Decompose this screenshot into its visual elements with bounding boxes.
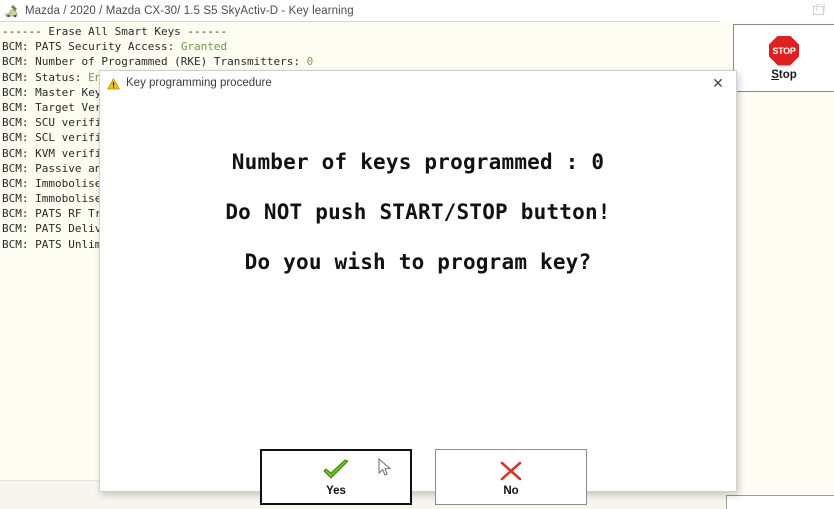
yes-button[interactable]: Yes bbox=[260, 449, 412, 505]
log-line-text: ------ Erase All Smart Keys ------ bbox=[2, 25, 228, 38]
close-icon[interactable]: ✕ bbox=[700, 71, 736, 95]
dialog-body: Number of keys programmed : 0 Do NOT pus… bbox=[100, 95, 736, 505]
stop-sign-icon: STOP bbox=[769, 35, 799, 66]
dialog-message-warning: Do NOT push START/STOP button! bbox=[225, 200, 611, 224]
key-programming-dialog: Key programming procedure ✕ Number of ke… bbox=[99, 70, 737, 505]
dialog-button-row: Yes No bbox=[100, 449, 736, 509]
log-line-value: Granted bbox=[180, 40, 228, 54]
window-titlebar: Mazda / 2020 / Mazda CX-30/ 1.5 S5 SkyAc… bbox=[0, 0, 834, 21]
log-line-text: BCM: Master Key bbox=[2, 85, 102, 99]
dialog-message-keys-programmed: Number of keys programmed : 0 bbox=[231, 150, 605, 174]
log-line-text: BCM: PATS Unlimi bbox=[2, 237, 108, 251]
log-line-text: BCM: Immobolise bbox=[2, 192, 102, 206]
log-line-text: BCM: Immobolise bbox=[2, 176, 102, 190]
yes-button-label: Yes bbox=[326, 484, 346, 497]
car-diagnostic-icon bbox=[4, 3, 20, 19]
log-line-text: BCM: PATS RF Tr bbox=[2, 207, 102, 221]
titlebar-divider bbox=[0, 21, 720, 22]
stop-button-label: Stop bbox=[771, 69, 797, 81]
log-line-text: BCM: SCU verifie bbox=[2, 116, 108, 130]
restore-window-icon[interactable] bbox=[802, 0, 834, 21]
log-line: BCM: PATS Security Access: Granted bbox=[2, 39, 726, 54]
log-line-text: BCM: Passive ant bbox=[2, 161, 108, 175]
log-line-text: BCM: PATS Delive bbox=[2, 222, 108, 236]
log-line-text: BCM: SCL verifie bbox=[2, 131, 108, 145]
window-controls bbox=[802, 0, 834, 21]
dialog-message-question: Do you wish to program key? bbox=[244, 250, 592, 274]
no-button-label: No bbox=[503, 484, 519, 497]
app-window: Mazda / 2020 / Mazda CX-30/ 1.5 S5 SkyAc… bbox=[0, 0, 834, 509]
log-line: BCM: Number of Programmed (RKE) Transmit… bbox=[2, 54, 726, 69]
red-cross-icon bbox=[498, 458, 524, 484]
log-line-text: BCM: KVM verifie bbox=[2, 146, 108, 160]
stop-label-accel: S bbox=[771, 68, 779, 81]
log-line-text: BCM: Number of Programmed (RKE) Transmit… bbox=[2, 55, 307, 69]
no-button[interactable]: No bbox=[435, 449, 587, 505]
stop-button[interactable]: STOP Stop bbox=[733, 24, 834, 92]
stop-label-rest: top bbox=[778, 68, 797, 81]
dialog-title: Key programming procedure bbox=[126, 77, 272, 89]
green-check-icon bbox=[321, 458, 351, 484]
stop-sign-text: STOP bbox=[772, 45, 796, 56]
log-line-value: 0 bbox=[306, 55, 314, 69]
log-line-text: BCM: PATS Security Access: bbox=[2, 40, 181, 54]
dialog-titlebar: Key programming procedure ✕ bbox=[100, 71, 736, 95]
warning-triangle-icon bbox=[107, 77, 120, 90]
log-line: ------ Erase All Smart Keys ------ bbox=[2, 24, 726, 39]
window-title: Mazda / 2020 / Mazda CX-30/ 1.5 S5 SkyAc… bbox=[25, 4, 354, 17]
bottom-right-panel bbox=[726, 495, 834, 509]
log-line-text: BCM: Status: bbox=[2, 70, 89, 84]
log-line-text: BCM: Target Veri bbox=[2, 100, 108, 114]
